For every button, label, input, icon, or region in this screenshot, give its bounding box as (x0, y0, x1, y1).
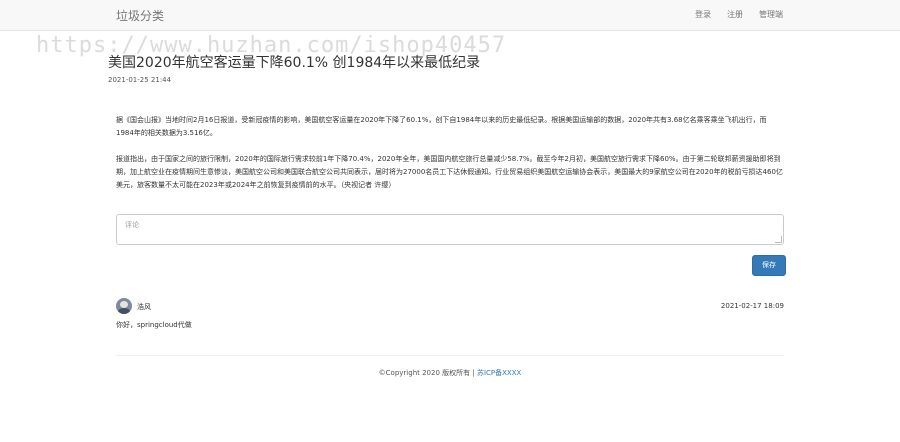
comment-textarea[interactable]: 评论 (116, 214, 784, 245)
comment-text: 你好，springcloud代做 (116, 321, 192, 329)
navbar: 垃圾分类 登录 注册 管理端 (0, 0, 900, 31)
nav-links: 登录 注册 管理端 (695, 9, 783, 20)
resize-handle-icon[interactable] (775, 236, 782, 243)
footer-icp-link[interactable]: 苏ICP备XXXX (477, 369, 521, 377)
comment-item: 浩风 2021-02-17 18:09 你好，springcloud代做 (116, 298, 784, 338)
article-title: 美国2020年航空客运量下降60.1% 创1984年以来最低纪录 (108, 55, 481, 71)
nav-login-link[interactable]: 登录 (695, 9, 711, 20)
divider (116, 355, 784, 356)
comment-placeholder: 评论 (125, 221, 139, 229)
comment-author: 浩风 (137, 303, 151, 311)
article-date: 2021-01-25 21:44 (108, 76, 172, 84)
nav-register-link[interactable]: 注册 (727, 9, 743, 20)
comment-time: 2021-02-17 18:09 (720, 302, 784, 310)
avatar (116, 298, 132, 314)
footer: ©Copyright 2020 版权所有 | 苏ICP备XXXX (0, 368, 900, 378)
save-button[interactable]: 保存 (752, 255, 786, 276)
article-body: 据《国会山报》当地时间2月16日报道，受新冠疫情的影响，美国航空客运量在2020… (116, 114, 784, 205)
article-paragraph: 据《国会山报》当地时间2月16日报道，受新冠疫情的影响，美国航空客运量在2020… (116, 116, 767, 137)
footer-copyright: ©Copyright 2020 版权所有 | (378, 369, 477, 377)
nav-admin-link[interactable]: 管理端 (759, 9, 783, 20)
brand-title[interactable]: 垃圾分类 (116, 7, 164, 24)
article-paragraph: 报道指出，由于国家之间的旅行限制，2020年的国际旅行需求较前1年下降70.4%… (116, 155, 783, 189)
